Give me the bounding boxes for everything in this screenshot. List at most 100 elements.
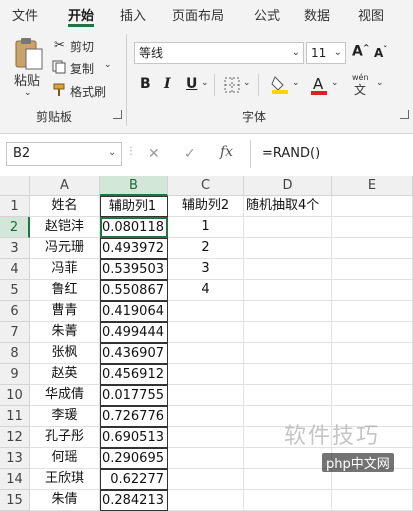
cell-d10[interactable] xyxy=(244,385,332,406)
cell-c3[interactable]: 2 xyxy=(168,238,244,259)
column-header-a[interactable]: A xyxy=(30,176,100,196)
row-header[interactable]: 9 xyxy=(0,364,30,385)
shrink-font-button[interactable]: Aˇ xyxy=(374,45,387,60)
cell-b10[interactable]: 0.017755 xyxy=(100,385,168,406)
row-header[interactable]: 3 xyxy=(0,238,30,259)
column-header-e[interactable]: E xyxy=(332,176,413,196)
column-header-d[interactable]: D xyxy=(244,176,332,196)
insert-function-button[interactable]: fx xyxy=(220,144,233,160)
cell-c6[interactable] xyxy=(168,301,244,322)
format-painter-icon[interactable] xyxy=(52,83,66,100)
cell-a6[interactable]: 曹青 xyxy=(30,301,100,322)
cell-b2[interactable]: 0.080118 xyxy=(100,217,168,238)
cell-d14[interactable] xyxy=(244,469,332,490)
cell-d1[interactable]: 随机抽取4个 xyxy=(244,196,332,217)
cell-d15[interactable] xyxy=(244,490,332,511)
cell-a4[interactable]: 冯菲 xyxy=(30,259,100,280)
copy-button[interactable]: 复制 xyxy=(70,60,94,77)
column-header-c[interactable]: C xyxy=(168,176,244,196)
tab-insert[interactable]: 插入 xyxy=(120,5,146,24)
name-box[interactable]: B2 xyxy=(6,142,122,166)
cell-b9[interactable]: 0.456912 xyxy=(100,364,168,385)
cell-a13[interactable]: 何瑶 xyxy=(30,448,100,469)
font-color-button[interactable]: A xyxy=(310,74,330,96)
cell-e10[interactable] xyxy=(332,385,413,406)
cell-e6[interactable] xyxy=(332,301,413,322)
cancel-icon[interactable]: ✕ xyxy=(148,146,160,162)
cell-b6[interactable]: 0.419064 xyxy=(100,301,168,322)
cell-b3[interactable]: 0.493972 xyxy=(100,238,168,259)
row-header[interactable]: 13 xyxy=(0,448,30,469)
underline-dropdown-icon[interactable]: ⌄ xyxy=(201,78,209,88)
enter-icon[interactable]: ✓ xyxy=(184,146,196,162)
cell-a2[interactable]: 赵铠沣 xyxy=(30,217,100,238)
cell-a8[interactable]: 张枫 xyxy=(30,343,100,364)
cell-c14[interactable] xyxy=(168,469,244,490)
paste-label[interactable]: 粘贴 xyxy=(14,70,40,89)
paste-dropdown-icon[interactable]: ⌄ xyxy=(24,88,32,98)
formula-input[interactable]: =RAND() xyxy=(256,142,413,166)
cell-a7[interactable]: 朱菁 xyxy=(30,322,100,343)
cell-c12[interactable] xyxy=(168,427,244,448)
cell-d6[interactable] xyxy=(244,301,332,322)
cell-a12[interactable]: 孔子彤 xyxy=(30,427,100,448)
cell-b12[interactable]: 0.690513 xyxy=(100,427,168,448)
tab-data[interactable]: 数据 xyxy=(304,5,330,24)
cell-c2[interactable]: 1 xyxy=(168,217,244,238)
cell-b11[interactable]: 0.726776 xyxy=(100,406,168,427)
italic-button[interactable]: I xyxy=(164,76,171,92)
underline-button[interactable]: U xyxy=(186,76,197,92)
cell-b5[interactable]: 0.550867 xyxy=(100,280,168,301)
font-launcher-icon[interactable] xyxy=(400,110,409,119)
cell-c5[interactable]: 4 xyxy=(168,280,244,301)
row-header[interactable]: 15 xyxy=(0,490,30,511)
cell-e1[interactable] xyxy=(332,196,413,217)
cell-d8[interactable] xyxy=(244,343,332,364)
paste-button[interactable] xyxy=(12,37,44,73)
cell-e4[interactable] xyxy=(332,259,413,280)
cell-b7[interactable]: 0.499444 xyxy=(100,322,168,343)
cell-a5[interactable]: 鲁红 xyxy=(30,280,100,301)
cell-c15[interactable] xyxy=(168,490,244,511)
cell-b13[interactable]: 0.290695 xyxy=(100,448,168,469)
copy-icon[interactable] xyxy=(52,60,66,77)
select-all-corner[interactable] xyxy=(0,176,30,196)
cell-b8[interactable]: 0.436907 xyxy=(100,343,168,364)
copy-dropdown-icon[interactable]: ⌄ xyxy=(104,60,112,70)
row-header[interactable]: 14 xyxy=(0,469,30,490)
name-box-dropdown-icon[interactable]: ⌄ xyxy=(108,147,116,158)
cell-c4[interactable]: 3 xyxy=(168,259,244,280)
row-header[interactable]: 12 xyxy=(0,427,30,448)
cell-b1[interactable]: 辅助列1 xyxy=(100,196,168,217)
more-options-icon[interactable]: ⋮ xyxy=(126,146,136,157)
cell-c11[interactable] xyxy=(168,406,244,427)
cell-e7[interactable] xyxy=(332,322,413,343)
borders-icon[interactable] xyxy=(224,77,240,93)
borders-dropdown-icon[interactable]: ⌄ xyxy=(243,78,251,88)
cell-b15[interactable]: 0.284213 xyxy=(100,490,168,511)
row-header[interactable]: 8 xyxy=(0,343,30,364)
cell-a15[interactable]: 朱倩 xyxy=(30,490,100,511)
clipboard-launcher-icon[interactable] xyxy=(113,110,122,119)
cell-b14[interactable]: 0.62277 xyxy=(100,469,168,490)
cell-a3[interactable]: 冯元珊 xyxy=(30,238,100,259)
cell-a10[interactable]: 华成倩 xyxy=(30,385,100,406)
cell-c13[interactable] xyxy=(168,448,244,469)
cell-e8[interactable] xyxy=(332,343,413,364)
row-header[interactable]: 1 xyxy=(0,196,30,217)
cut-icon[interactable]: ✂ xyxy=(54,38,65,53)
column-header-b[interactable]: B xyxy=(100,176,168,196)
phonetic-dropdown-icon[interactable]: ⌄ xyxy=(376,78,384,88)
cell-d3[interactable] xyxy=(244,238,332,259)
row-header[interactable]: 5 xyxy=(0,280,30,301)
tab-page-layout[interactable]: 页面布局 xyxy=(172,5,224,24)
cell-a11[interactable]: 李瑗 xyxy=(30,406,100,427)
font-name-select[interactable]: 等线 ⌄ xyxy=(134,42,304,64)
cell-d9[interactable] xyxy=(244,364,332,385)
cut-button[interactable]: 剪切 xyxy=(70,38,94,55)
cell-d2[interactable] xyxy=(244,217,332,238)
tab-formulas[interactable]: 公式 xyxy=(254,5,280,24)
format-painter-button[interactable]: 格式刷 xyxy=(70,83,106,100)
bold-button[interactable]: B xyxy=(140,76,151,92)
row-header[interactable]: 10 xyxy=(0,385,30,406)
